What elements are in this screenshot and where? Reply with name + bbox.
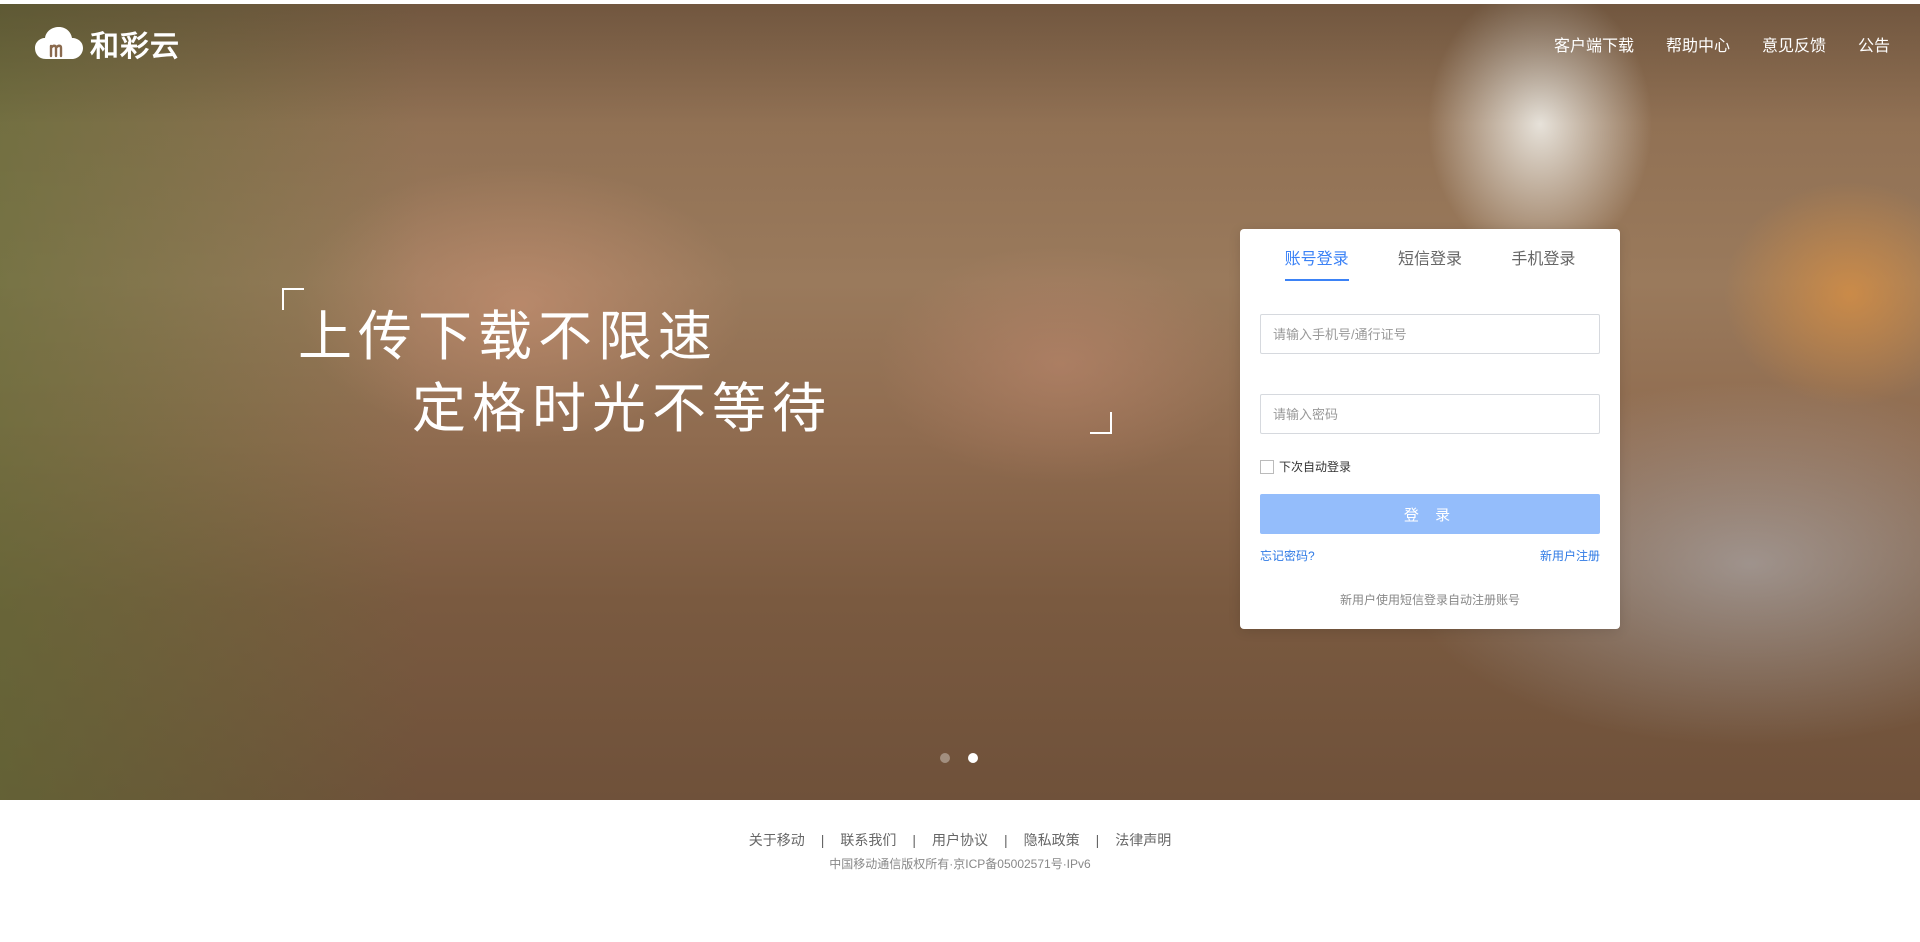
footer-separator: | — [912, 832, 916, 848]
remember-login: 下次自动登录 — [1260, 458, 1351, 475]
tab-account-login[interactable]: 账号登录 — [1284, 245, 1349, 281]
tab-phone-login[interactable]: 手机登录 — [1511, 245, 1575, 281]
top-nav: 客户端下载 帮助中心 意见反馈 公告 — [1554, 32, 1890, 56]
slogan-close-bracket — [1090, 412, 1112, 434]
footer-link-legal[interactable]: 法律声明 — [1115, 830, 1171, 850]
forgot-password-link[interactable]: 忘记密码? — [1260, 547, 1315, 564]
nav-announcement[interactable]: 公告 — [1858, 32, 1890, 56]
password-input[interactable] — [1260, 394, 1600, 434]
slogan-line-2: 定格时光不等待 — [412, 379, 832, 439]
footer-link-contact[interactable]: 联系我们 — [840, 830, 896, 850]
remember-label: 下次自动登录 — [1279, 460, 1352, 474]
login-button[interactable]: 登 录 — [1260, 494, 1600, 534]
logo-text: 和彩云 — [90, 31, 181, 63]
tab-sms-login[interactable]: 短信登录 — [1398, 245, 1462, 281]
carousel-dot-1[interactable] — [940, 753, 950, 763]
slogan-line-1: 上传下载不限速 — [298, 307, 718, 367]
nav-help-center[interactable]: 帮助中心 — [1666, 32, 1730, 56]
nav-client-download[interactable]: 客户端下载 — [1554, 32, 1634, 56]
nav-feedback[interactable]: 意见反馈 — [1762, 32, 1826, 56]
footer-separator: | — [1004, 832, 1008, 848]
carousel-dot-2[interactable] — [968, 753, 978, 763]
register-link[interactable]: 新用户注册 — [1540, 547, 1600, 564]
app-root: 和彩云 客户端下载 帮助中心 意见反馈 公告 上传下载不限速 定格时光不等待 账… — [0, 0, 1920, 942]
account-input[interactable] — [1260, 314, 1600, 354]
copyright: 中国移动通信版权所有·京ICP备05002571号·IPv6 — [829, 857, 1091, 871]
login-panel: 账号登录 短信登录 手机登录 下次自动登录 登 录 忘记密码? 新用户注册 新用… — [1240, 229, 1620, 629]
carousel-dots — [940, 753, 978, 763]
remember-checkbox[interactable] — [1260, 459, 1274, 474]
footer-link-about[interactable]: 关于移动 — [749, 830, 805, 850]
footer-separator: | — [820, 832, 825, 848]
hero-banner: 和彩云 客户端下载 帮助中心 意见反馈 公告 上传下载不限速 定格时光不等待 — [0, 4, 1920, 800]
register-hint: 新用户使用短信登录自动注册账号 — [1339, 593, 1520, 607]
footer-link-privacy[interactable]: 隐私政策 — [1024, 830, 1080, 850]
login-tabs: 账号登录 短信登录 手机登录 — [1240, 229, 1620, 281]
logo[interactable]: 和彩云 — [34, 22, 180, 66]
hero-top-shade — [0, 4, 1920, 124]
footer-separator: | — [1095, 832, 1100, 848]
footer-link-user-agreement[interactable]: 用户协议 — [932, 830, 988, 850]
footer-links: 关于移动 | 联系我们 | 用户协议 | 隐私政策 | 法律声明 — [0, 830, 1920, 850]
cloud-logo-icon — [35, 27, 83, 59]
